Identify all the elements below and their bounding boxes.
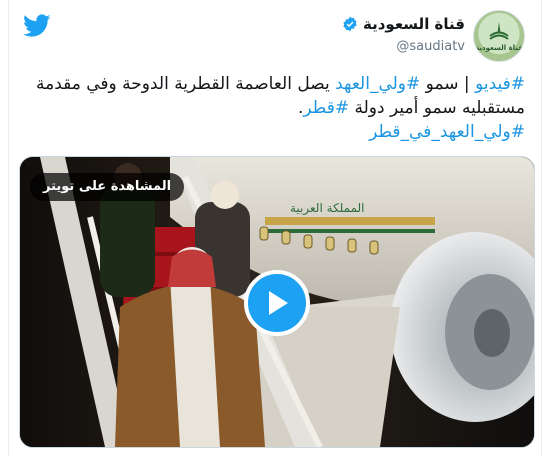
- tweet-text-segment: | سمو: [420, 74, 476, 94]
- play-button[interactable]: [244, 270, 310, 336]
- emblem-icon: [489, 22, 509, 40]
- tweet-card: قناة السعودية قناة السعودية @saudiatv #ف…: [8, 0, 542, 456]
- avatar[interactable]: قناة السعودية: [473, 10, 525, 62]
- display-name[interactable]: قناة السعودية: [363, 15, 465, 33]
- verified-badge-icon: [343, 16, 357, 32]
- play-icon: [269, 291, 288, 315]
- user-handle[interactable]: @saudiatv: [396, 39, 465, 54]
- twitter-bird-icon[interactable]: [23, 14, 51, 38]
- watch-on-twitter-badge[interactable]: المشاهدة على تويتر: [30, 173, 185, 201]
- video-media[interactable]: المملكة العربية المشاهدة على تويتر: [19, 156, 535, 448]
- hashtag-link[interactable]: #فيديو: [475, 74, 525, 94]
- author-name-row[interactable]: قناة السعودية: [342, 15, 465, 33]
- hashtag-link[interactable]: #قطر: [303, 98, 349, 118]
- avatar-logo-text: قناة السعودية: [475, 44, 523, 52]
- hashtag-link[interactable]: #ولي_العهد: [335, 74, 420, 94]
- aircraft-lettering: المملكة العربية: [290, 201, 365, 216]
- hashtag-link[interactable]: #ولي_العهد_في_قطر: [369, 122, 525, 142]
- tweet-text: #فيديو | سمو #ولي_العهد يصل العاصمة القط…: [29, 72, 525, 144]
